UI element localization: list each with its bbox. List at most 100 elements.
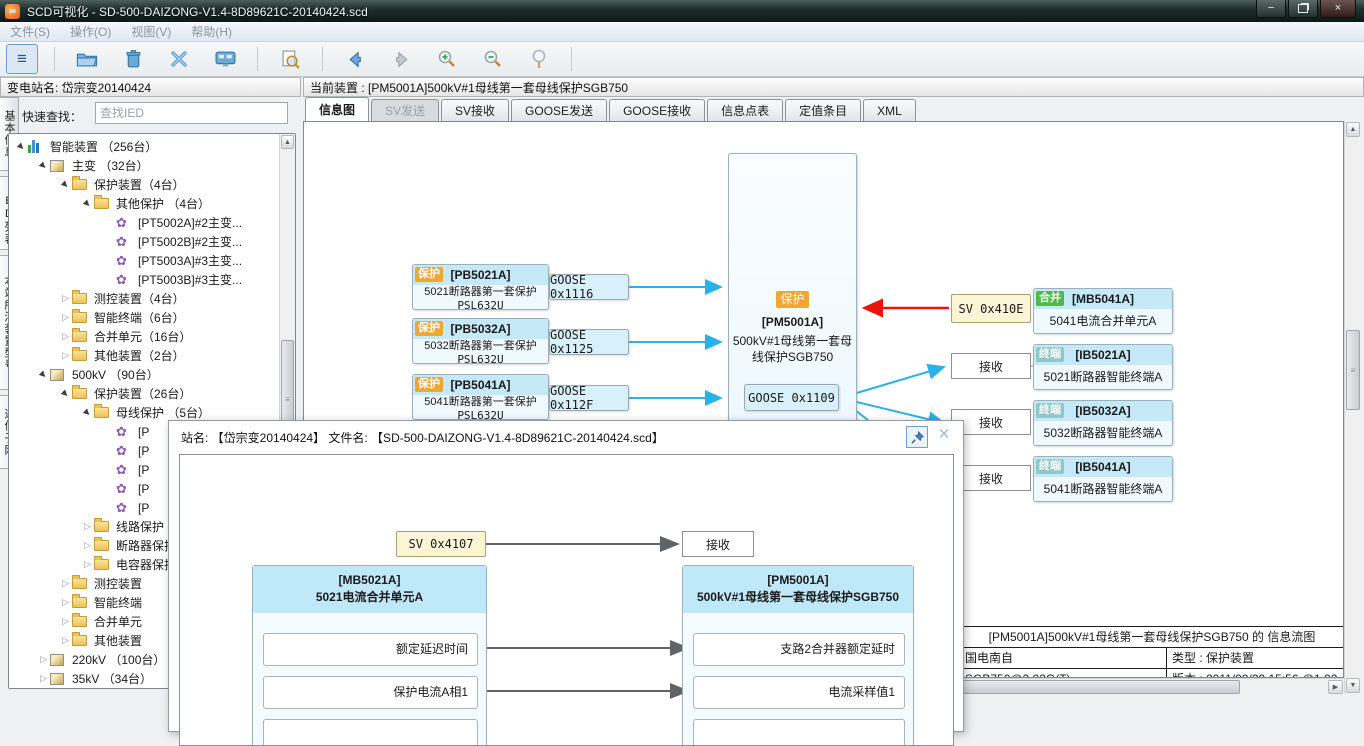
tab-GOOSE接收[interactable]: GOOSE接收 (609, 99, 705, 121)
device-node-pb5021a[interactable]: 保护[PB5021A] 5021断路器第一套保护PSL632U (412, 264, 549, 310)
tab-信息点表[interactable]: 信息点表 (707, 99, 783, 121)
tree-expander-icon[interactable]: ▷ (37, 654, 50, 665)
canvas-vertical-scrollbar[interactable]: ▲ ≡ ▼ (1344, 121, 1361, 694)
zoom-out-button[interactable] (477, 44, 509, 74)
tree-item[interactable]: ▷智能终端（6台） (9, 308, 279, 327)
tree-expander-icon[interactable]: ▶ (80, 405, 96, 421)
tools-button[interactable] (163, 44, 195, 74)
tab-定值条目[interactable]: 定值条目 (785, 99, 861, 121)
tree-item[interactable]: ▶保护装置（26台） (9, 384, 279, 403)
tree-item[interactable]: ▶ 其他保护 （4台） (9, 194, 279, 213)
tree-item[interactable]: ✿[PT5003B]#3主变... (9, 270, 279, 289)
tree-expander-icon[interactable]: ▶ (58, 386, 74, 402)
tree-expander-icon[interactable]: ▷ (59, 578, 72, 589)
tree-item[interactable]: ▶保护装置（4台） (9, 175, 279, 194)
device-node-ib5032a[interactable]: 终端[IB5032A] 5032断路器智能终端A (1033, 400, 1173, 446)
tab-XML[interactable]: XML (863, 99, 916, 121)
restore-button[interactable] (1288, 0, 1318, 18)
popup-close-icon[interactable]: × (933, 425, 955, 447)
canvas-vscroll-thumb[interactable]: ≡ (1346, 330, 1360, 410)
sv-link-0x4107[interactable]: SV 0x4107 (396, 531, 486, 557)
popup-device-mb5021a[interactable]: [MB5021A]5021电流合并单元A 额定延迟时间 保护电流A相1 (252, 565, 487, 746)
zoom-in-button[interactable] (431, 44, 463, 74)
scroll-up-arrow[interactable]: ▲ (281, 135, 294, 149)
signal-row[interactable]: 电流采样值1 (693, 676, 905, 709)
tree-item[interactable]: ▷合并单元（16台） (9, 327, 279, 346)
delete-button[interactable] (117, 44, 149, 74)
tree-item[interactable]: ✿[PT5003A]#3主变... (9, 251, 279, 270)
tree-expander-icon[interactable]: ▶ (80, 196, 96, 212)
tree-expander-icon[interactable]: ▷ (59, 597, 72, 608)
device-name: 5041断路器智能终端A (1034, 477, 1172, 500)
scroll-up-arrow[interactable]: ▲ (1346, 122, 1360, 137)
tree-expander-icon[interactable]: ▶ (58, 177, 74, 193)
tree-expander-icon[interactable]: ▷ (59, 350, 72, 361)
tree-expander-icon[interactable]: ▷ (81, 521, 94, 532)
tree-item-label: 其他保护 （4台） (116, 195, 210, 212)
signal-row[interactable]: 支路2合并器额定延时 (693, 633, 905, 666)
goose-link-0x1109[interactable]: GOOSE 0x1109 (744, 384, 839, 411)
preview-button[interactable] (274, 44, 306, 74)
tree-item[interactable]: ▷其他装置（2台） (9, 346, 279, 365)
tree-expander-icon[interactable]: ▶ (36, 158, 52, 174)
pin-button[interactable] (906, 426, 928, 448)
scroll-down-arrow[interactable]: ▼ (1346, 678, 1360, 693)
close-button[interactable]: × (1320, 0, 1356, 18)
tree-expander-icon[interactable]: ▷ (81, 559, 94, 570)
open-folder-button[interactable] (71, 44, 103, 74)
tab-SV接收[interactable]: SV接收 (441, 99, 509, 121)
tree-list-button[interactable]: ≡ (6, 44, 38, 74)
tree-item[interactable]: ✿[PT5002B]#2主变... (9, 232, 279, 251)
tab-SV发送[interactable]: SV发送 (371, 99, 439, 121)
tree-item[interactable]: ▷测控装置（4台） (9, 289, 279, 308)
tree-expander-icon[interactable]: ▷ (37, 673, 50, 684)
tree-expander-icon[interactable]: ▶ (14, 139, 30, 155)
device-node-pb5041a[interactable]: 保护[PB5041A] 5041断路器第一套保护PSL632U (412, 374, 549, 420)
tree-expander-icon[interactable]: ▷ (59, 312, 72, 323)
device-monitor-button[interactable] (209, 44, 241, 74)
minimize-button[interactable]: − (1256, 0, 1286, 18)
popup-device-pm5001a[interactable]: [PM5001A]500kV#1母线第一套母线保护SGB750 支路2合并器额定… (682, 565, 914, 746)
device-node-mb5041a[interactable]: 合并[MB5041A] 5041电流合并单元A (1033, 288, 1173, 334)
sv-link-0x410e[interactable]: SV 0x410E (951, 294, 1031, 323)
signal-row[interactable]: 额定延迟时间 (263, 633, 478, 666)
device-node-ib5041a[interactable]: 终端[IB5041A] 5041断路器智能终端A (1033, 456, 1173, 502)
folder-icon (72, 388, 90, 399)
menu-operate[interactable]: 操作(O) (60, 23, 121, 40)
popup-title: 站名: 【岱宗变20140424】 文件名: 【SD-500-DAIZONG-V… (181, 429, 664, 446)
menu-help[interactable]: 帮助(H) (181, 23, 242, 40)
forward-button[interactable] (385, 44, 417, 74)
tab-GOOSE发送[interactable]: GOOSE发送 (511, 99, 607, 121)
canvas-hscroll-thumb[interactable] (955, 680, 1240, 694)
goose-link-0x112f[interactable]: GOOSE 0x112F (549, 385, 629, 411)
receive-box[interactable]: 接收 (682, 531, 754, 557)
flower-icon: ✿ (116, 463, 134, 476)
goose-link-0x1116[interactable]: GOOSE 0x1116 (549, 274, 629, 300)
tree-item[interactable]: ▶智能装置 （256台） (9, 137, 279, 156)
device-node-ib5021a[interactable]: 终端[IB5021A] 5021断路器智能终端A (1033, 344, 1173, 390)
signal-row[interactable] (263, 719, 478, 746)
device-name: 5021断路器第一套保护 (413, 286, 548, 299)
receive-box[interactable]: 接收 (951, 353, 1031, 379)
tab-信息图[interactable]: 信息图 (305, 97, 369, 121)
info-flow-popup[interactable]: 站名: 【岱宗变20140424】 文件名: 【SD-500-DAIZONG-V… (168, 420, 964, 732)
tree-expander-icon[interactable]: ▶ (36, 367, 52, 383)
signal-row[interactable] (693, 719, 905, 746)
search-input[interactable] (95, 102, 288, 124)
menu-file[interactable]: 文件(S) (0, 23, 60, 40)
zoom-search-button[interactable] (523, 44, 555, 74)
signal-row[interactable]: 保护电流A相1 (263, 676, 478, 709)
device-node-pb5032a[interactable]: 保护[PB5032A] 5032断路器第一套保护PSL632U (412, 318, 549, 364)
tree-expander-icon[interactable]: ▷ (59, 293, 72, 304)
tree-expander-icon[interactable]: ▷ (59, 616, 72, 627)
tree-expander-icon[interactable]: ▷ (81, 540, 94, 551)
tree-expander-icon[interactable]: ▷ (59, 331, 72, 342)
goose-link-0x1125[interactable]: GOOSE 0x1125 (549, 329, 629, 355)
tree-item[interactable]: ▶500kV （90台） (9, 365, 279, 384)
scroll-right-arrow[interactable]: ▶ (1328, 680, 1343, 694)
back-button[interactable] (339, 44, 371, 74)
menu-view[interactable]: 视图(V) (121, 23, 181, 40)
tree-expander-icon[interactable]: ▷ (59, 635, 72, 646)
tree-item[interactable]: ▶主变 （32台） (9, 156, 279, 175)
tree-item[interactable]: ✿[PT5002A]#2主变... (9, 213, 279, 232)
